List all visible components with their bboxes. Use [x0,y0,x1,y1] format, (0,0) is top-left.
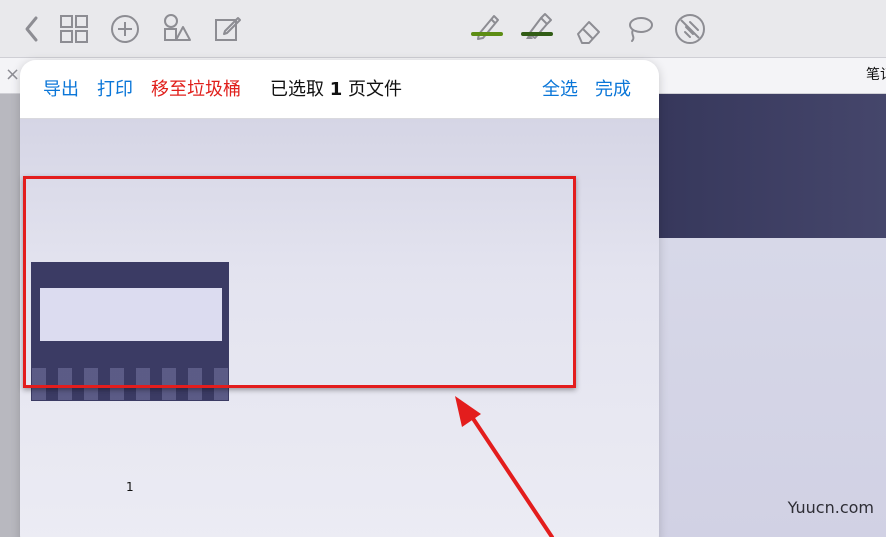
highlighter-icon[interactable] [519,8,555,44]
selection-status: 已选取 1 页文件 [270,79,402,101]
document-left-margin [0,94,22,537]
move-to-trash-button[interactable]: 移至垃圾桶 [151,79,241,101]
edit-note-icon[interactable] [209,11,245,47]
selection-count: 1 [329,79,343,100]
popover-header: 导出 打印 移至垃圾桶 已选取 1 页文件 全选 完成 [20,60,659,119]
grid-view-icon[interactable] [56,11,92,47]
highlighter-color-indicator [521,32,553,36]
selection-status-suffix: 页文件 [348,79,402,100]
add-page-icon[interactable] [107,11,143,47]
top-toolbar [0,0,886,58]
select-all-button[interactable]: 全选 [542,79,578,101]
selection-status-prefix: 已选取 [270,79,324,100]
close-tab-icon[interactable]: × [5,64,20,85]
shapes-icon[interactable] [158,11,194,47]
page-number: 1 [126,480,134,494]
back-chevron-icon[interactable] [14,11,50,47]
thumbnail-title-block [40,288,222,341]
app-window: 笔记 × [0,0,886,537]
pen-color-indicator [471,32,503,36]
document-title: 笔记 [866,67,886,83]
page-grid: 1 [20,119,659,537]
thumbnail-stripe-bar [32,368,228,400]
print-button[interactable]: 打印 [97,79,133,101]
done-button[interactable]: 完成 [595,79,631,101]
document-page-body [650,238,886,537]
disable-touch-icon[interactable] [672,11,708,47]
export-button[interactable]: 导出 [43,79,79,101]
document-header-banner [650,94,886,238]
page-thumbnail[interactable] [31,262,229,401]
pen-icon[interactable] [469,8,505,44]
watermark-text: Yuucn.com [787,498,874,517]
lasso-icon[interactable] [621,11,657,47]
page-selection-popover: 导出 打印 移至垃圾桶 已选取 1 页文件 全选 完成 1 [20,60,659,537]
eraser-icon[interactable] [570,11,606,47]
